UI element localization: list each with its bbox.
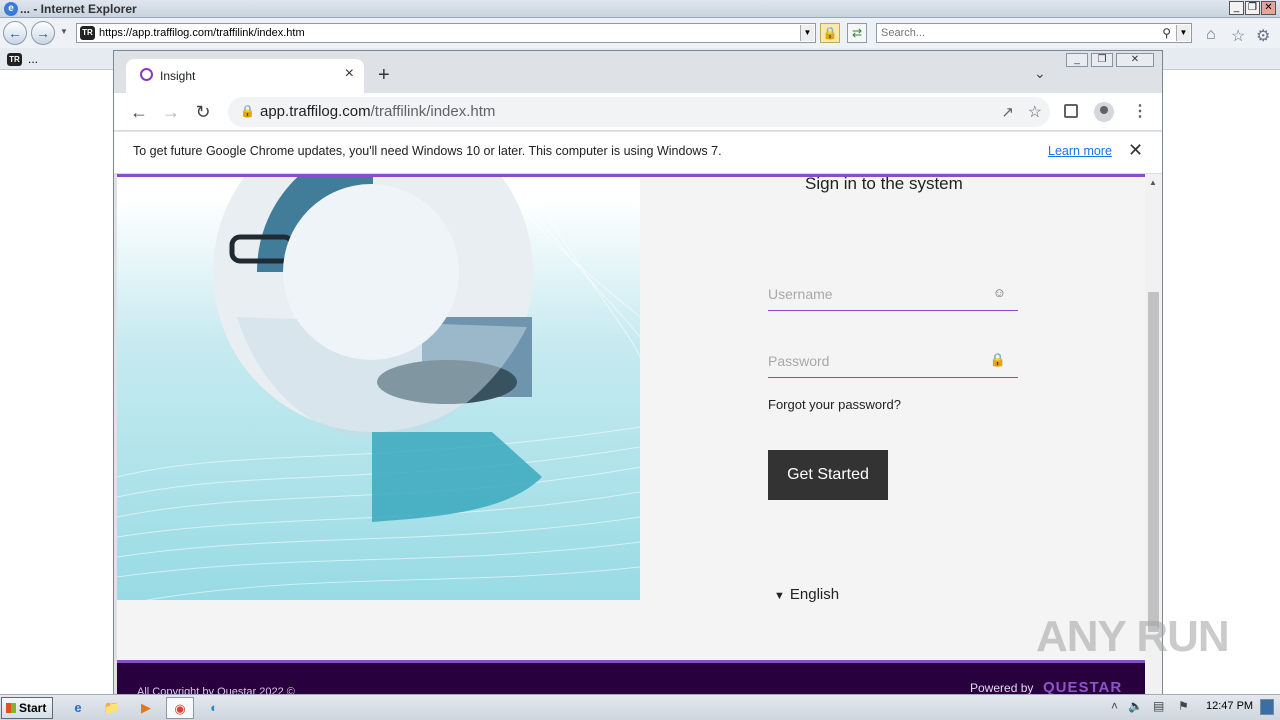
chrome-close-button[interactable]: ✕ [1116,53,1154,67]
ie-address-bar[interactable]: TR https://app.traffilog.com/traffilink/… [76,23,816,43]
back-arrow-icon[interactable]: ← [128,101,150,123]
chrome-tab-insight[interactable]: Insight × [126,59,364,93]
internet-explorer-icon: e [4,2,18,16]
username-field: ☺ [768,281,1018,311]
taskbar-folder-icon[interactable]: 📁 [98,697,126,719]
forward-arrow-icon[interactable]: → [160,101,182,123]
taskbar-media-player-icon[interactable]: ▶ [132,697,160,719]
close-icon[interactable]: ✕ [1128,140,1143,161]
forgot-password-link[interactable]: Forgot your password? [768,397,901,412]
ie-search-dropdown-icon[interactable]: ▼ [1176,25,1190,41]
lock-icon: 🔒 [989,352,1006,367]
get-started-button[interactable]: Get Started [768,450,888,500]
learn-more-link[interactable]: Learn more [1048,144,1112,158]
side-panel-icon[interactable] [1064,104,1078,118]
user-icon: ☺ [992,285,1006,300]
chrome-minimize-button[interactable]: _ [1066,53,1088,67]
speaker-icon[interactable]: 🔈 [1128,699,1143,713]
chrome-window: _ ❐ ✕ Insight × + ⌄ ← → ↻ 🔒 app.traffilo… [113,50,1163,695]
tab-favicon-icon: TR [7,53,22,66]
ie-close-button[interactable]: ✕ [1261,1,1276,15]
gear-icon[interactable]: ⚙ [1256,26,1270,46]
anyrun-watermark: ANY RUN [1036,612,1230,661]
scrollbar-thumb[interactable] [1148,292,1159,632]
show-desktop-button[interactable] [1260,699,1274,715]
ie-back-icon[interactable]: ← [3,21,27,45]
taskbar-chrome-icon[interactable]: ◉ [166,697,194,719]
footer-copyright: All Copyright by Questar 2022 © [137,686,295,694]
tab-close-icon[interactable]: × [345,65,354,83]
questar-logo: QUESTAR [1043,679,1123,694]
hero-illustration [117,177,640,600]
new-tab-plus-icon[interactable]: + [378,65,390,85]
ie-forward-icon[interactable]: → [31,21,55,45]
ie-compatibility-refresh-icon[interactable]: ⇄ [847,23,867,43]
home-icon[interactable]: ⌂ [1206,26,1216,44]
chrome-restore-button[interactable]: ❐ [1091,53,1113,67]
ie-tab-label: ... [28,52,39,66]
windows-taskbar: Start e 📁 ▶ ◉ ◐ ˄ 🔈 ▤ ⚑ 12:47 PM [0,694,1280,720]
insight-favicon-icon [140,68,153,81]
tab-search-chevron-down-icon[interactable]: ⌄ [1034,65,1046,82]
update-infobar: To get future Google Chrome updates, you… [114,132,1162,174]
url-path: /traffilink/index.htm [370,103,496,120]
search-icon[interactable]: ⚲ [1162,26,1171,40]
taskbar-ie-icon[interactable]: e [64,697,92,719]
kebab-menu-icon[interactable]: ⋮ [1132,101,1148,121]
login-page: Sign in to the system ☺ 🔒 Forgot your pa… [117,174,1145,694]
infobar-message: To get future Google Chrome updates, you… [133,144,722,158]
action-center-flag-icon[interactable]: ⚑ [1178,699,1189,713]
password-field: 🔒 [768,348,1018,378]
page-footer: All Copyright by Questar 2022 © Powered … [117,660,1145,694]
lock-icon[interactable]: 🔒 [240,104,255,118]
chrome-url-text[interactable]: app.traffilog.com/traffilink/index.htm [260,103,495,120]
hero-graphic [117,177,640,600]
password-input[interactable] [768,348,988,374]
language-selector[interactable]: ▼ English [774,586,839,603]
chrome-omnibox[interactable]: 🔒 app.traffilog.com/traffilink/index.htm… [228,97,1050,127]
scroll-up-arrow-icon[interactable]: ▲ [1149,178,1157,187]
signin-title: Sign in to the system [805,174,963,193]
ie-minimize-button[interactable]: _ [1229,1,1244,15]
tray-expand-icon[interactable]: ˄ [1111,699,1118,713]
ie-search-input[interactable] [877,24,1157,42]
windows-logo-icon [6,703,16,713]
ie-history-dropdown-icon[interactable]: ▼ [60,27,68,36]
share-icon[interactable]: ↗ [1001,103,1014,121]
site-favicon-icon: TR [80,26,95,40]
reload-icon[interactable]: ↻ [192,101,214,123]
triangle-down-icon: ▼ [774,590,785,602]
ie-search-box[interactable]: ⚲ ▼ [876,23,1192,43]
taskbar-edge-icon[interactable]: ◐ [200,697,228,719]
chrome-tab-title: Insight [160,69,196,83]
footer-powered-by: Powered by [970,681,1034,694]
ie-navigation-bar: ← → ▼ TR https://app.traffilog.com/traff… [0,18,1280,48]
ie-window-title: ... - Internet Explorer [20,2,137,16]
network-icon[interactable]: ▤ [1153,699,1164,713]
ie-security-lock-icon[interactable]: 🔒 [820,23,840,43]
ie-address-dropdown-icon[interactable]: ▼ [800,25,814,41]
chrome-toolbar: ← → ↻ 🔒 app.traffilog.com/traffilink/ind… [114,93,1162,131]
profile-avatar-icon[interactable] [1094,102,1114,122]
bookmark-star-icon[interactable]: ☆ [1028,102,1042,122]
start-label: Start [19,701,47,715]
username-input[interactable] [768,281,988,307]
favorites-star-icon[interactable]: ☆ [1231,26,1245,46]
ie-title-bar: e ... - Internet Explorer _ ❐ ✕ [0,0,1280,18]
ie-restore-button[interactable]: ❐ [1245,1,1260,15]
language-label: English [789,586,840,603]
ie-address-url[interactable]: https://app.traffilog.com/traffilink/ind… [99,27,305,39]
start-button[interactable]: Start [1,697,53,719]
taskbar-clock[interactable]: 12:47 PM [1206,700,1253,712]
ie-tab[interactable]: TR ... [4,50,112,70]
url-host: app.traffilog.com [260,103,371,120]
